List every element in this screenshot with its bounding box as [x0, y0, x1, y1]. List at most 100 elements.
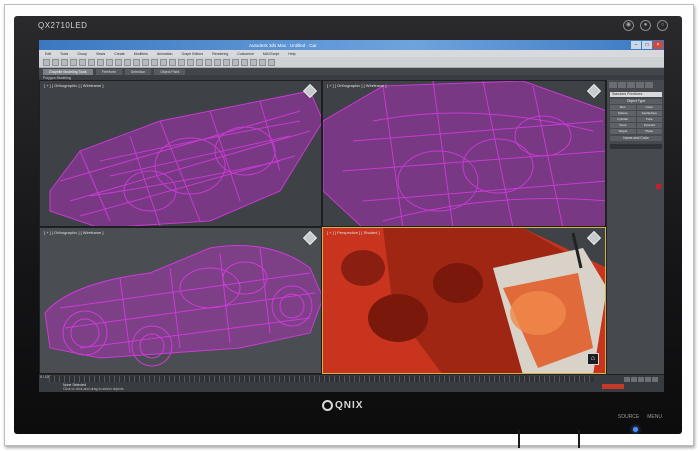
- next-frame-icon[interactable]: [645, 377, 651, 382]
- render-setup-icon[interactable]: [250, 58, 257, 66]
- name-color-header[interactable]: Name and Color: [610, 136, 662, 141]
- monitor-brand: QNIX: [322, 400, 363, 411]
- scale-icon[interactable]: [151, 58, 158, 66]
- window-crossing-icon[interactable]: [124, 58, 131, 66]
- menu-item[interactable]: Modifiers: [134, 52, 148, 56]
- primitive-button[interactable]: Cone: [636, 105, 662, 110]
- menu-item[interactable]: Tools: [60, 52, 68, 56]
- ribbon-tab[interactable]: Object Paint: [154, 68, 186, 75]
- ribbon-tab[interactable]: Freeform: [95, 68, 122, 75]
- render-camera-icon[interactable]: ⌂: [587, 353, 599, 365]
- cable: [518, 430, 520, 448]
- go-start-icon[interactable]: [624, 377, 630, 382]
- menu-item[interactable]: Edit: [45, 52, 51, 56]
- window-titlebar[interactable]: Autodesk 3ds Max · Untitled · Car – □ ×: [39, 40, 664, 50]
- viewport-top-left[interactable]: [ + ] [ Orthographic ] [ Wireframe ]: [39, 80, 322, 227]
- motion-tab-icon[interactable]: [636, 82, 644, 88]
- menu-item[interactable]: Create: [114, 52, 125, 56]
- filter-icon[interactable]: [88, 58, 95, 66]
- menu-item[interactable]: Group: [77, 52, 87, 56]
- primitive-button[interactable]: Torus: [610, 123, 636, 128]
- primitive-button[interactable]: Cylinder: [610, 117, 636, 122]
- display-tab-icon[interactable]: [645, 82, 653, 88]
- menu-item[interactable]: Rendering: [212, 52, 228, 56]
- ribbon-tab[interactable]: Selection: [124, 68, 152, 75]
- hierarchy-tab-icon[interactable]: [627, 82, 635, 88]
- primitive-button[interactable]: Pyramid: [636, 123, 662, 128]
- menu-item[interactable]: Customize: [237, 52, 254, 56]
- viewport-bottom-left[interactable]: [ + ] [ Orthographic ] [ Wireframe ]: [39, 227, 322, 374]
- auto-key-button[interactable]: [602, 384, 624, 389]
- viewport-label[interactable]: [ + ] [ Orthographic ] [ Wireframe ]: [44, 83, 103, 88]
- select-icon[interactable]: [97, 58, 104, 66]
- menu-item[interactable]: MAXScript: [263, 52, 280, 56]
- menu-button[interactable]: MENU: [647, 414, 662, 420]
- object-name-field[interactable]: [610, 144, 662, 149]
- move-icon[interactable]: [133, 58, 140, 66]
- undo-icon[interactable]: [43, 58, 50, 66]
- viewport-area: [ + ] [ Orthographic ] [ Wireframe ] [ +…: [39, 80, 606, 374]
- select-by-name-icon[interactable]: [106, 58, 113, 66]
- layer-icon[interactable]: [214, 58, 221, 66]
- snap-icon[interactable]: [169, 58, 176, 66]
- primitive-type-select[interactable]: Standard Primitives: [610, 92, 662, 97]
- pivot-icon[interactable]: [160, 58, 167, 66]
- menu-item[interactable]: Views: [96, 52, 105, 56]
- region-icon[interactable]: [115, 58, 122, 66]
- prev-frame-icon[interactable]: [631, 377, 637, 382]
- maximize-icon[interactable]: □: [642, 41, 652, 49]
- menu-item[interactable]: Graph Editors: [182, 52, 204, 56]
- viewport-top-right[interactable]: [ + ] [ Orthographic ] [ Wireframe ]: [322, 80, 606, 227]
- menu-item[interactable]: Animation: [157, 52, 173, 56]
- primitive-button[interactable]: GeoSphere: [636, 111, 662, 116]
- create-tab-icon[interactable]: [609, 82, 617, 88]
- curve-editor-icon[interactable]: [223, 58, 230, 66]
- go-end-icon[interactable]: [652, 377, 658, 382]
- rotate-icon[interactable]: [142, 58, 149, 66]
- unlink-icon[interactable]: [70, 58, 77, 66]
- object-type-header[interactable]: Object Type: [610, 99, 662, 104]
- render-frame-icon[interactable]: [259, 58, 266, 66]
- menu-item[interactable]: Help: [288, 52, 295, 56]
- mic-icon: ●: [640, 20, 651, 31]
- link-icon[interactable]: [61, 58, 68, 66]
- material-editor-icon[interactable]: [241, 58, 248, 66]
- bind-icon[interactable]: [79, 58, 86, 66]
- stand-screw-icon: [326, 437, 329, 440]
- schematic-icon[interactable]: [232, 58, 239, 66]
- redo-icon[interactable]: [52, 58, 59, 66]
- viewport-label[interactable]: [ + ] [ Orthographic ] [ Wireframe ]: [44, 230, 103, 235]
- ribbon-tab[interactable]: Graphite Modeling Tools: [43, 68, 93, 75]
- viewport-bottom-right-perspective[interactable]: [ + ] [ Perspective ] [ Shaded ] ⌂: [322, 227, 606, 374]
- primitive-button[interactable]: Plane: [636, 129, 662, 134]
- align-icon[interactable]: [205, 58, 212, 66]
- mirror-icon[interactable]: [196, 58, 203, 66]
- modify-tab-icon[interactable]: [618, 82, 626, 88]
- ribbon-tabs: Graphite Modeling Tools Freeform Selecti…: [39, 68, 664, 75]
- monitor-buttons[interactable]: SOURCE MENU: [618, 414, 662, 420]
- command-panel: Standard Primitives Object Type Box Cone…: [606, 80, 664, 374]
- time-slider[interactable]: [49, 376, 594, 382]
- wireframe-car-top: [49, 90, 321, 226]
- primitive-button[interactable]: Teapot: [610, 129, 636, 134]
- object-color-swatch[interactable]: [656, 184, 661, 189]
- angle-snap-icon[interactable]: [178, 58, 185, 66]
- power-led-icon[interactable]: [633, 427, 638, 432]
- primitive-button[interactable]: Tube: [636, 117, 662, 122]
- main-toolbar: [39, 57, 664, 68]
- webcam-icon: ◉: [623, 20, 634, 31]
- brand-logo-icon: [322, 400, 333, 411]
- close-icon[interactable]: ×: [653, 41, 663, 49]
- viewport-label[interactable]: [ + ] [ Perspective ] [ Shaded ]: [327, 230, 380, 235]
- primitive-buttons: Box Cone Sphere GeoSphere Cylinder Tube …: [610, 105, 662, 134]
- primitive-button[interactable]: Box: [610, 105, 636, 110]
- source-button[interactable]: SOURCE: [618, 414, 639, 420]
- render-icon[interactable]: [268, 58, 275, 66]
- play-icon[interactable]: [638, 377, 644, 382]
- minimize-icon[interactable]: –: [631, 41, 641, 49]
- percent-snap-icon[interactable]: [187, 58, 194, 66]
- monitor-top-buttons: ◉ ● ○: [623, 20, 668, 31]
- screen: Autodesk 3ds Max · Untitled · Car – □ × …: [39, 40, 664, 392]
- primitive-button[interactable]: Sphere: [610, 111, 636, 116]
- viewport-label[interactable]: [ + ] [ Orthographic ] [ Wireframe ]: [327, 83, 386, 88]
